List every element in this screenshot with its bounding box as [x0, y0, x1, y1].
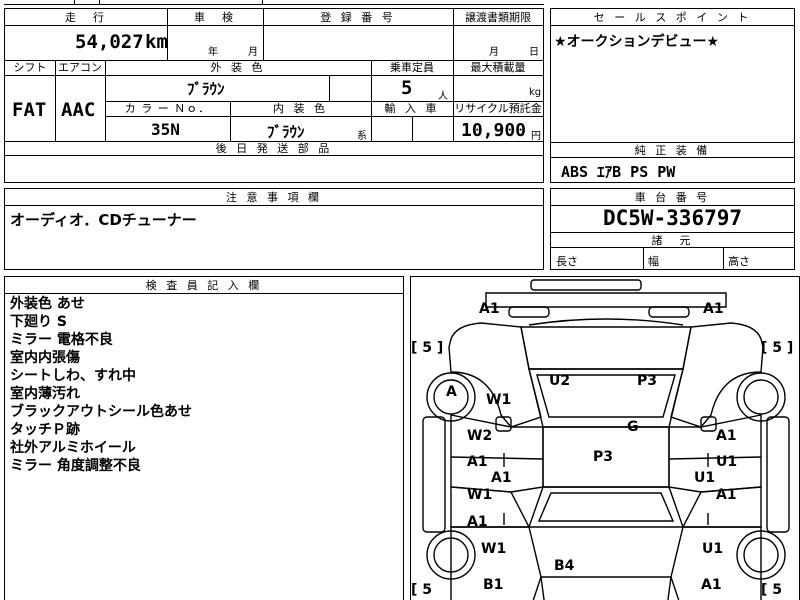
color-no-value: 35N: [151, 120, 180, 139]
load-header: 最大積載量: [470, 61, 526, 74]
list-item: 下廻り S: [10, 314, 67, 330]
damage-code: W1: [467, 487, 493, 503]
tire-label-rear-left: [ 5: [411, 582, 433, 598]
width-label: 幅: [648, 255, 659, 268]
interior-color-suffix: 系: [357, 131, 367, 142]
inspector-header: 検 査 員 記 入 欄: [145, 279, 263, 292]
list-item: タッチＰ跡: [10, 422, 80, 438]
list-item: 室内内張傷: [10, 350, 80, 366]
tire-label-front-left: [ 5 ]: [411, 340, 444, 356]
color-no-header: カ ラ ー Ｎｏ．: [124, 102, 211, 115]
list-item: 外装色 あせ: [10, 296, 85, 312]
damage-code: A1: [491, 470, 512, 486]
shaken-month-unit: 月: [248, 47, 258, 58]
shift-header: シフト: [13, 61, 47, 74]
interior-color-value: ﾌﾞﾗｳﾝ: [267, 123, 305, 141]
damage-code: U2: [549, 373, 571, 389]
mileage-value: 54,027: [75, 31, 144, 53]
inspector-block: 検 査 員 記 入 欄 外装色 あせ 下廻り S ミラー 電格不良 室内内張傷 …: [4, 276, 404, 600]
car-damage-diagram: [ 5 ] [ 5 ] [ 5 [ 5 A1 A1 U2 P3 A W1 G W…: [410, 276, 800, 600]
recycle-header: リサイクル預託金: [454, 102, 542, 115]
recycle-unit: 円: [531, 131, 541, 142]
damage-code: W2: [467, 428, 493, 444]
later-parts-header: 後 日 発 送 部 品: [215, 142, 333, 155]
top-strip: [4, 0, 544, 5]
chassis-header: 車 台 番 号: [634, 191, 711, 204]
registration-header: 登 録 番 号: [320, 11, 396, 24]
notes-header: 注 意 事 項 欄: [226, 191, 322, 204]
length-label: 長さ: [556, 255, 578, 268]
inspector-list: 外装色 あせ 下廻り S ミラー 電格不良 室内内張傷 シートしわ、すれ中 室内…: [10, 295, 192, 475]
spec-block: 走 行 車 検 登 録 番 号 譲渡書類期限 54,027 km 年 月 月 日…: [4, 8, 544, 183]
capacity-unit: 人: [438, 91, 448, 102]
top-strip-right: [550, 0, 795, 5]
list-item: 室内薄汚れ: [10, 386, 80, 402]
damage-code: W1: [481, 541, 507, 557]
list-item: シートしわ、すれ中: [10, 368, 136, 384]
recycle-value: 10,900: [461, 120, 527, 141]
damage-code: U1: [716, 454, 738, 470]
exterior-color-header: 外 装 色: [210, 61, 266, 74]
import-header: 輸 入 車: [384, 102, 440, 115]
aircon-value: AAC: [61, 99, 96, 121]
list-item: ミラー 電格不良: [10, 332, 113, 348]
notes-text: オーディオ．CDチューナー: [10, 211, 197, 229]
height-label: 高さ: [728, 255, 750, 268]
transfer-month-unit: 月: [489, 47, 499, 58]
genuine-equipment-text: ABS ｴｱB PS PW: [561, 163, 676, 181]
mileage-unit: km: [145, 31, 168, 53]
dims-header: 諸 元: [651, 234, 694, 247]
sales-point-header: セ ー ル ス ポ イ ン ト: [593, 11, 752, 24]
shift-value: FAT: [12, 99, 47, 121]
list-item: ミラー 角度調整不良: [10, 458, 141, 474]
capacity-value: 5: [401, 77, 413, 99]
chassis-block: 車 台 番 号 DC5W-336797 諸 元 長さ 幅 高さ: [550, 188, 795, 270]
damage-code: A1: [701, 577, 722, 593]
damage-code: W1: [486, 392, 512, 408]
sales-point-text: ★オークションデビュー★: [554, 34, 720, 50]
capacity-header: 乗車定員: [390, 61, 434, 74]
damage-code: A1: [479, 301, 500, 317]
damage-code: U1: [694, 470, 716, 486]
chassis-value: DC5W-336797: [602, 206, 743, 230]
damage-code: A1: [703, 301, 724, 317]
mileage-header: 走 行: [65, 11, 107, 24]
list-item: ブラックアウトシール色あせ: [10, 404, 192, 420]
tire-label-rear-right: [ 5: [761, 582, 783, 598]
tire-label-front-right: [ 5 ]: [761, 340, 794, 356]
damage-code: B4: [554, 558, 575, 574]
list-item: 社外アルミホイール: [10, 440, 136, 456]
damage-code: B1: [483, 577, 504, 593]
damage-code: A1: [467, 454, 488, 470]
damage-code: U1: [702, 541, 724, 557]
damage-code: P3: [637, 373, 658, 389]
damage-code: A1: [716, 428, 737, 444]
transfer-day-unit: 日: [529, 47, 539, 58]
damage-code: P3: [593, 449, 614, 465]
genuine-equipment-header: 純 正 装 備: [634, 144, 711, 157]
shaken-year-unit: 年: [208, 47, 218, 58]
damage-code: A1: [716, 487, 737, 503]
notes-block: 注 意 事 項 欄 オーディオ．CDチューナー: [4, 188, 544, 270]
transfer-deadline-header: 譲渡書類期限: [465, 11, 531, 24]
damage-code: A: [446, 384, 457, 400]
load-unit: kg: [529, 87, 542, 98]
interior-color-header: 内 装 色: [273, 102, 328, 115]
exterior-color-value: ﾌﾞﾗｳﾝ: [187, 80, 225, 98]
damage-code: G: [627, 419, 639, 435]
sales-point-block: セ ー ル ス ポ イ ン ト ★オークションデビュー★: [550, 8, 795, 143]
aircon-header: エアコン: [58, 61, 102, 74]
genuine-equipment-block: 純 正 装 備 ABS ｴｱB PS PW: [550, 142, 795, 183]
shaken-header: 車 検: [194, 11, 236, 24]
damage-code: A1: [467, 514, 488, 530]
